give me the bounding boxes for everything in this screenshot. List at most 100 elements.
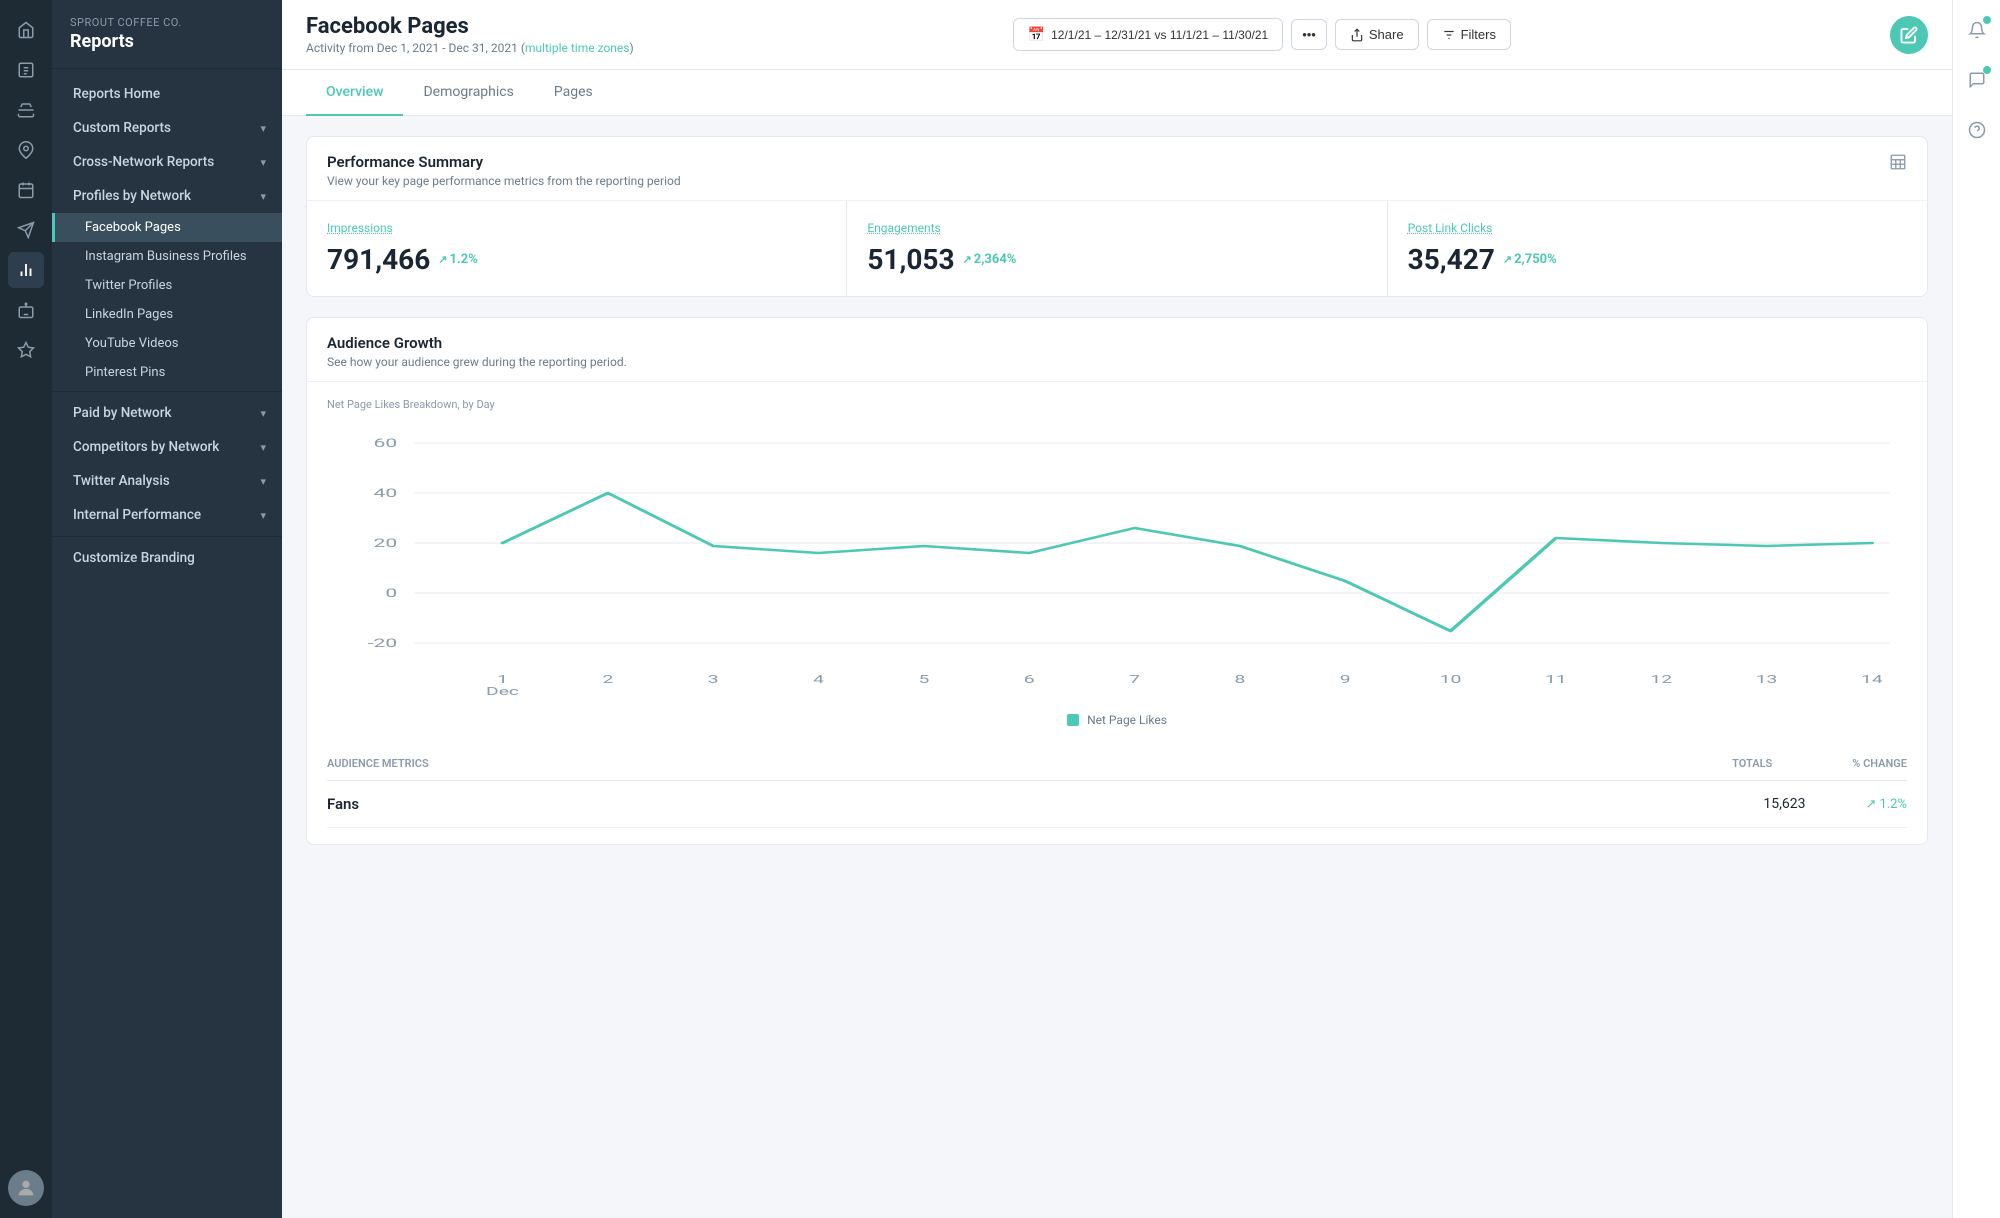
impressions-value: 791,466 ↗ 1.2%	[327, 243, 826, 276]
table-row: Fans 15,623 ↗ 1.2%	[327, 781, 1907, 828]
svg-text:20: 20	[374, 537, 398, 551]
chevron-down-icon: ▾	[260, 475, 266, 488]
sidebar-item-cross-network[interactable]: Cross-Network Reports ▾	[52, 145, 282, 179]
share-button[interactable]: Share	[1335, 19, 1419, 50]
legend-dot-net-page-likes	[1067, 714, 1079, 726]
publish-icon[interactable]	[8, 212, 44, 248]
sidebar-item-facebook-pages[interactable]: Facebook Pages	[52, 213, 282, 242]
sidebar-item-linkedin-pages[interactable]: LinkedIn Pages	[52, 300, 282, 329]
sidebar-item-instagram-business[interactable]: Instagram Business Profiles	[52, 242, 282, 271]
app-title: Reports	[70, 31, 266, 52]
calendar-icon: 📅	[1028, 26, 1045, 43]
sidebar-item-paid-by-network[interactable]: Paid by Network ▾	[52, 396, 282, 430]
share-icon	[1350, 28, 1364, 42]
schedule-icon[interactable]	[8, 172, 44, 208]
main-area: Facebook Pages Activity from Dec 1, 2021…	[282, 0, 1952, 1218]
sidebar-nav: Reports Home Custom Reports ▾ Cross-Netw…	[52, 69, 282, 583]
sidebar-item-competitors-by-network[interactable]: Competitors by Network ▾	[52, 430, 282, 464]
impressions-label[interactable]: Impressions	[327, 221, 826, 235]
tab-demographics[interactable]: Demographics	[403, 70, 533, 116]
home-icon[interactable]	[8, 12, 44, 48]
content-area: Performance Summary View your key page p…	[282, 116, 1952, 1218]
analytics-icon[interactable]	[8, 252, 44, 288]
compose-icon[interactable]	[8, 52, 44, 88]
sidebar-item-pinterest-pins[interactable]: Pinterest Pins	[52, 358, 282, 387]
sidebar-item-youtube-videos[interactable]: YouTube Videos	[52, 329, 282, 358]
chat-icon[interactable]	[1961, 64, 1993, 96]
performance-summary-header: Performance Summary View your key page p…	[307, 137, 1927, 201]
svg-text:4: 4	[813, 673, 824, 686]
svg-text:3: 3	[708, 673, 719, 686]
svg-text:40: 40	[374, 487, 398, 501]
post-link-clicks-value: 35,427 ↗ 2,750%	[1408, 243, 1907, 276]
table-header-label: Audience Metrics	[327, 757, 429, 770]
chevron-down-icon: ▾	[260, 441, 266, 454]
help-icon[interactable]	[1961, 114, 1993, 146]
timezone-link[interactable]: multiple time zones	[525, 41, 630, 55]
sidebar-item-internal-performance[interactable]: Internal Performance ▾	[52, 498, 282, 532]
svg-text:10: 10	[1440, 673, 1462, 686]
filters-button[interactable]: Filters	[1427, 19, 1511, 50]
sidebar-item-reports-home[interactable]: Reports Home	[52, 77, 282, 111]
svg-text:6: 6	[1024, 673, 1035, 686]
notification-badge	[1983, 16, 1991, 24]
performance-summary-card: Performance Summary View your key page p…	[306, 136, 1928, 297]
svg-text:60: 60	[374, 437, 398, 451]
tab-pages[interactable]: Pages	[534, 70, 613, 116]
chart-label: Net Page Likes Breakdown, by Day	[327, 398, 1907, 411]
table-view-icon[interactable]	[1889, 153, 1907, 175]
inbox-icon[interactable]	[8, 92, 44, 128]
sidebar-item-custom-reports[interactable]: Custom Reports ▾	[52, 111, 282, 145]
table-header-row: Audience Metrics Totals % Change	[327, 747, 1907, 781]
table-header-change: % Change	[1852, 757, 1907, 770]
up-arrow-icon: ↗	[438, 253, 447, 266]
right-rail	[1952, 0, 2000, 1218]
compose-button[interactable]	[1890, 16, 1928, 54]
tabs-bar: Overview Demographics Pages	[282, 70, 1952, 116]
company-name: Sprout Coffee Co.	[70, 16, 266, 29]
chart-wrap: 60 40 20 0 -20 1 Dec 2 3 4 5 6 7	[327, 423, 1907, 703]
star-icon[interactable]	[8, 332, 44, 368]
chevron-down-icon: ▾	[260, 156, 266, 169]
date-range-button[interactable]: 📅 12/1/21 – 12/31/21 vs 11/1/21 – 11/30/…	[1013, 18, 1284, 51]
notification-icon[interactable]	[1961, 14, 1993, 46]
page-title-area: Facebook Pages Activity from Dec 1, 2021…	[306, 14, 634, 55]
chevron-down-icon: ▾	[260, 190, 266, 203]
nav-divider	[52, 391, 282, 392]
post-link-clicks-label[interactable]: Post Link Clicks	[1408, 221, 1907, 235]
user-avatar[interactable]	[8, 1170, 44, 1206]
audience-growth-header: Audience Growth See how your audience gr…	[307, 318, 1927, 382]
metrics-row: Impressions 791,466 ↗ 1.2% Engagements 5…	[307, 201, 1927, 296]
engagements-label[interactable]: Engagements	[867, 221, 1366, 235]
svg-text:7: 7	[1129, 673, 1140, 686]
engagements-metric: Engagements 51,053 ↗ 2,364%	[847, 201, 1387, 296]
svg-text:14: 14	[1861, 673, 1883, 686]
sidebar-item-profiles-by-network[interactable]: Profiles by Network ▾	[52, 179, 282, 213]
sidebar-item-twitter-analysis[interactable]: Twitter Analysis ▾	[52, 464, 282, 498]
tab-overview[interactable]: Overview	[306, 70, 403, 116]
icon-rail	[0, 0, 52, 1218]
svg-text:2: 2	[602, 673, 613, 686]
sidebar-item-twitter-profiles[interactable]: Twitter Profiles	[52, 271, 282, 300]
post-link-clicks-change: ↗ 2,750%	[1503, 252, 1557, 267]
nav-divider-2	[52, 536, 282, 537]
chevron-down-icon: ▾	[260, 509, 266, 522]
fans-label: Fans	[327, 795, 359, 813]
chart-legend: Net Page Likes	[327, 703, 1907, 731]
pin-icon[interactable]	[8, 132, 44, 168]
up-arrow-icon: ↗	[963, 253, 972, 266]
audience-growth-subtitle: See how your audience grew during the re…	[327, 355, 627, 369]
legend-label: Net Page Likes	[1087, 713, 1167, 727]
bot-icon[interactable]	[8, 292, 44, 328]
line-chart: 60 40 20 0 -20 1 Dec 2 3 4 5 6 7	[327, 423, 1907, 703]
sidebar-header: Sprout Coffee Co. Reports	[52, 0, 282, 69]
svg-text:5: 5	[918, 673, 929, 686]
more-options-button[interactable]: •••	[1291, 19, 1327, 50]
svg-text:8: 8	[1234, 673, 1245, 686]
impressions-metric: Impressions 791,466 ↗ 1.2%	[307, 201, 847, 296]
header-actions: 📅 12/1/21 – 12/31/21 vs 11/1/21 – 11/30/…	[1013, 18, 1511, 51]
svg-text:11: 11	[1545, 673, 1567, 686]
performance-summary-subtitle: View your key page performance metrics f…	[327, 174, 681, 188]
sidebar-item-customize-branding[interactable]: Customize Branding	[52, 541, 282, 575]
svg-text:0: 0	[385, 587, 397, 601]
